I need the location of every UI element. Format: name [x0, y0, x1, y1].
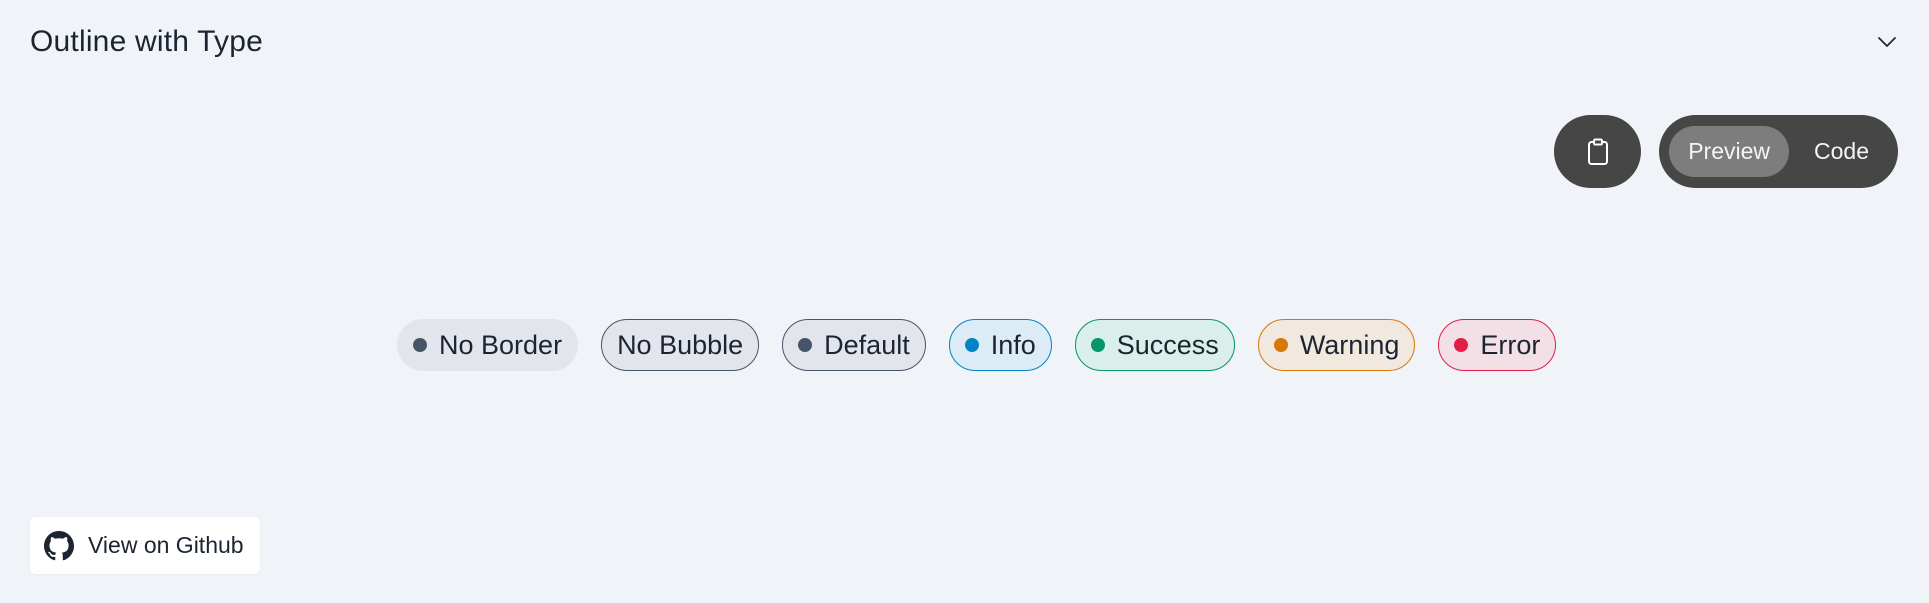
- tab-preview[interactable]: Preview: [1669, 126, 1790, 177]
- badge-no-bubble: No Bubble: [601, 319, 760, 371]
- badge-no-border: No Border: [397, 319, 579, 371]
- clipboard-icon: [1587, 138, 1608, 165]
- collapse-button[interactable]: [1867, 22, 1907, 62]
- badge-success: Success: [1074, 319, 1235, 371]
- badge-error: Error: [1438, 319, 1557, 371]
- badge-label: Warning: [1299, 329, 1400, 360]
- github-link-label: View on Github: [88, 532, 244, 558]
- tab-code[interactable]: Code: [1795, 126, 1888, 177]
- copy-code-button[interactable]: [1554, 115, 1642, 188]
- view-on-github-button[interactable]: View on Github: [30, 517, 260, 574]
- badge-label: Info: [990, 329, 1036, 360]
- github-icon: [44, 530, 74, 560]
- example-panel: Outline with Type Preview Code No Border…: [0, 0, 1929, 603]
- badge-default: Default: [782, 319, 926, 371]
- badge-label: Default: [824, 329, 910, 360]
- badge-info: Info: [948, 319, 1052, 371]
- badge-label: No Bubble: [617, 329, 744, 360]
- view-toggle: Preview Code: [1659, 115, 1898, 188]
- badge-label: Error: [1480, 329, 1541, 360]
- badge-label: No Border: [439, 329, 563, 360]
- panel-header: Outline with Type: [30, 20, 1899, 64]
- preview-toolbar: Preview Code: [1554, 115, 1898, 188]
- status-dot-icon: [798, 338, 813, 352]
- badge-warning: Warning: [1257, 319, 1416, 371]
- status-dot-icon: [964, 338, 979, 352]
- status-dot-icon: [1090, 338, 1105, 352]
- status-dot-icon: [1273, 338, 1288, 352]
- status-dot-icon: [1454, 338, 1469, 352]
- section-title: Outline with Type: [30, 25, 263, 58]
- status-dot-icon: [413, 338, 427, 352]
- badge-label: Success: [1116, 329, 1219, 360]
- badge-row: No Border No Bubble Default Info Success Warn…: [397, 319, 1557, 371]
- chevron-down-icon: [1878, 37, 1896, 47]
